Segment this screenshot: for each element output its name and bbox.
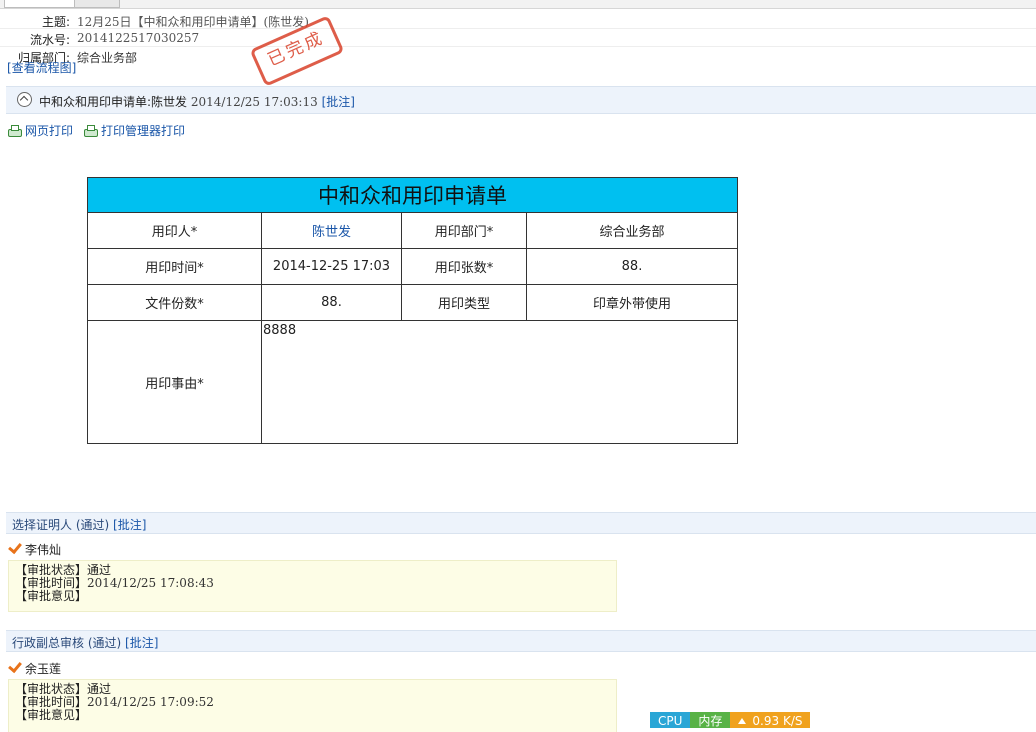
tab-main-info[interactable] bbox=[4, 0, 80, 8]
serial-value: 2014122517030257 bbox=[77, 31, 200, 45]
seal-reason-value: 8888 bbox=[261, 320, 738, 444]
doc-copies-value: 88. bbox=[261, 284, 402, 321]
time-label: 【审批时间】 bbox=[15, 576, 88, 590]
subject-value: 12月25日【中和众和用印申请单】(陈世发) bbox=[77, 15, 309, 29]
status-value: 通过 bbox=[87, 682, 112, 696]
printer-icon bbox=[83, 125, 98, 137]
record-bar-text: 中和众和用印申请单:陈世发 2014/12/25 17:03:13 [批注] bbox=[39, 93, 355, 110]
time-label: 【审批时间】 bbox=[15, 695, 88, 709]
time-value: 2014/12/25 17:09:52 bbox=[87, 695, 214, 709]
applicant-value: 陈世发 bbox=[261, 212, 402, 249]
dept-value: 综合业务部 bbox=[77, 51, 138, 65]
seal-sheets-label: 用印张数* bbox=[401, 248, 527, 285]
seal-sheets-value: 88. bbox=[526, 248, 738, 285]
dept-row: 归属部门: 综合业务部 bbox=[0, 47, 1036, 65]
approver: 李伟灿 bbox=[8, 539, 62, 558]
cpu-indicator: CPU bbox=[650, 712, 691, 728]
step-comment-link[interactable]: [批注] bbox=[113, 518, 146, 532]
seal-time-label: 用印时间* bbox=[87, 248, 262, 285]
check-icon bbox=[8, 539, 22, 555]
time-value: 2014/12/25 17:08:43 bbox=[87, 576, 214, 590]
step-title: 行政副总审核 (通过) [批注] bbox=[12, 634, 158, 651]
approval-step-bar: 行政副总审核 (通过) [批注] bbox=[6, 630, 1036, 652]
seal-type-label: 用印类型 bbox=[401, 284, 527, 321]
seal-application-form: 中和众和用印申请单 用印人* 陈世发 用印部门* 综合业务部 用印时间* 201… bbox=[87, 177, 738, 444]
printer-icon bbox=[7, 125, 22, 137]
collapse-icon[interactable] bbox=[17, 92, 32, 107]
approver: 余玉莲 bbox=[8, 658, 62, 677]
top-tab-strip bbox=[0, 0, 1036, 9]
seal-dept-label: 用印部门* bbox=[401, 212, 527, 249]
step-title: 选择证明人 (通过) [批注] bbox=[12, 516, 146, 533]
opinion-label: 【审批意见】 bbox=[15, 589, 88, 603]
step-comment-link[interactable]: [批注] bbox=[125, 636, 158, 650]
record-comment-link[interactable]: [批注] bbox=[322, 95, 355, 109]
network-speed-value: 0.93 K/S bbox=[752, 714, 803, 728]
manager-print-button[interactable]: 打印管理器打印 bbox=[83, 122, 185, 139]
applicant-label: 用印人* bbox=[87, 212, 262, 249]
seal-time-value: 2014-12-25 17:03 bbox=[261, 248, 402, 285]
doc-copies-label: 文件份数* bbox=[87, 284, 262, 321]
network-speed: 0.93 K/S bbox=[730, 712, 811, 728]
manager-print-label: 打印管理器打印 bbox=[101, 124, 186, 138]
subject-row: 主题: 12月25日【中和众和用印申请单】(陈世发) bbox=[0, 11, 1036, 29]
web-print-label: 网页打印 bbox=[25, 124, 74, 138]
status-label: 【审批状态】 bbox=[15, 682, 88, 696]
approval-detail: 【审批状态】通过 【审批时间】2014/12/25 17:09:52 【审批意见… bbox=[8, 679, 617, 732]
memory-indicator: 内存 bbox=[690, 712, 731, 728]
approval-step-bar: 选择证明人 (通过) [批注] bbox=[6, 512, 1036, 534]
seal-type-value: 印章外带使用 bbox=[526, 284, 738, 321]
system-monitor[interactable]: CPU 内存 0.93 K/S bbox=[650, 712, 811, 728]
seal-reason-label: 用印事由* bbox=[87, 320, 262, 444]
record-bar: 中和众和用印申请单:陈世发 2014/12/25 17:03:13 [批注] bbox=[6, 86, 1036, 114]
seal-dept-value: 综合业务部 bbox=[526, 212, 738, 249]
tab-attachments[interactable] bbox=[74, 0, 120, 8]
step-title-text: 行政副总审核 (通过) bbox=[12, 636, 122, 650]
serial-label: 流水号: bbox=[29, 33, 70, 47]
subject-label: 主题: bbox=[41, 15, 70, 29]
step-title-text: 选择证明人 (通过) bbox=[12, 518, 110, 532]
status-label: 【审批状态】 bbox=[15, 563, 88, 577]
web-print-button[interactable]: 网页打印 bbox=[7, 122, 73, 139]
form-title: 中和众和用印申请单 bbox=[87, 177, 738, 213]
approver-name: 余玉莲 bbox=[25, 662, 62, 676]
upload-arrow-icon bbox=[738, 718, 747, 724]
approver-name: 李伟灿 bbox=[25, 543, 62, 557]
record-title: 中和众和用印申请单:陈世发 bbox=[39, 95, 188, 109]
document-info: 主题: 12月25日【中和众和用印申请单】(陈世发) 流水号: 20141225… bbox=[0, 11, 1036, 65]
check-icon bbox=[8, 658, 22, 674]
view-flowchart-link[interactable]: [查看流程图] bbox=[7, 59, 76, 76]
opinion-label: 【审批意见】 bbox=[15, 708, 88, 722]
record-date: 2014/12/25 17:03:13 bbox=[190, 95, 318, 109]
serial-row: 流水号: 2014122517030257 bbox=[0, 29, 1036, 47]
approval-detail: 【审批状态】通过 【审批时间】2014/12/25 17:08:43 【审批意见… bbox=[8, 560, 617, 612]
status-value: 通过 bbox=[87, 563, 112, 577]
